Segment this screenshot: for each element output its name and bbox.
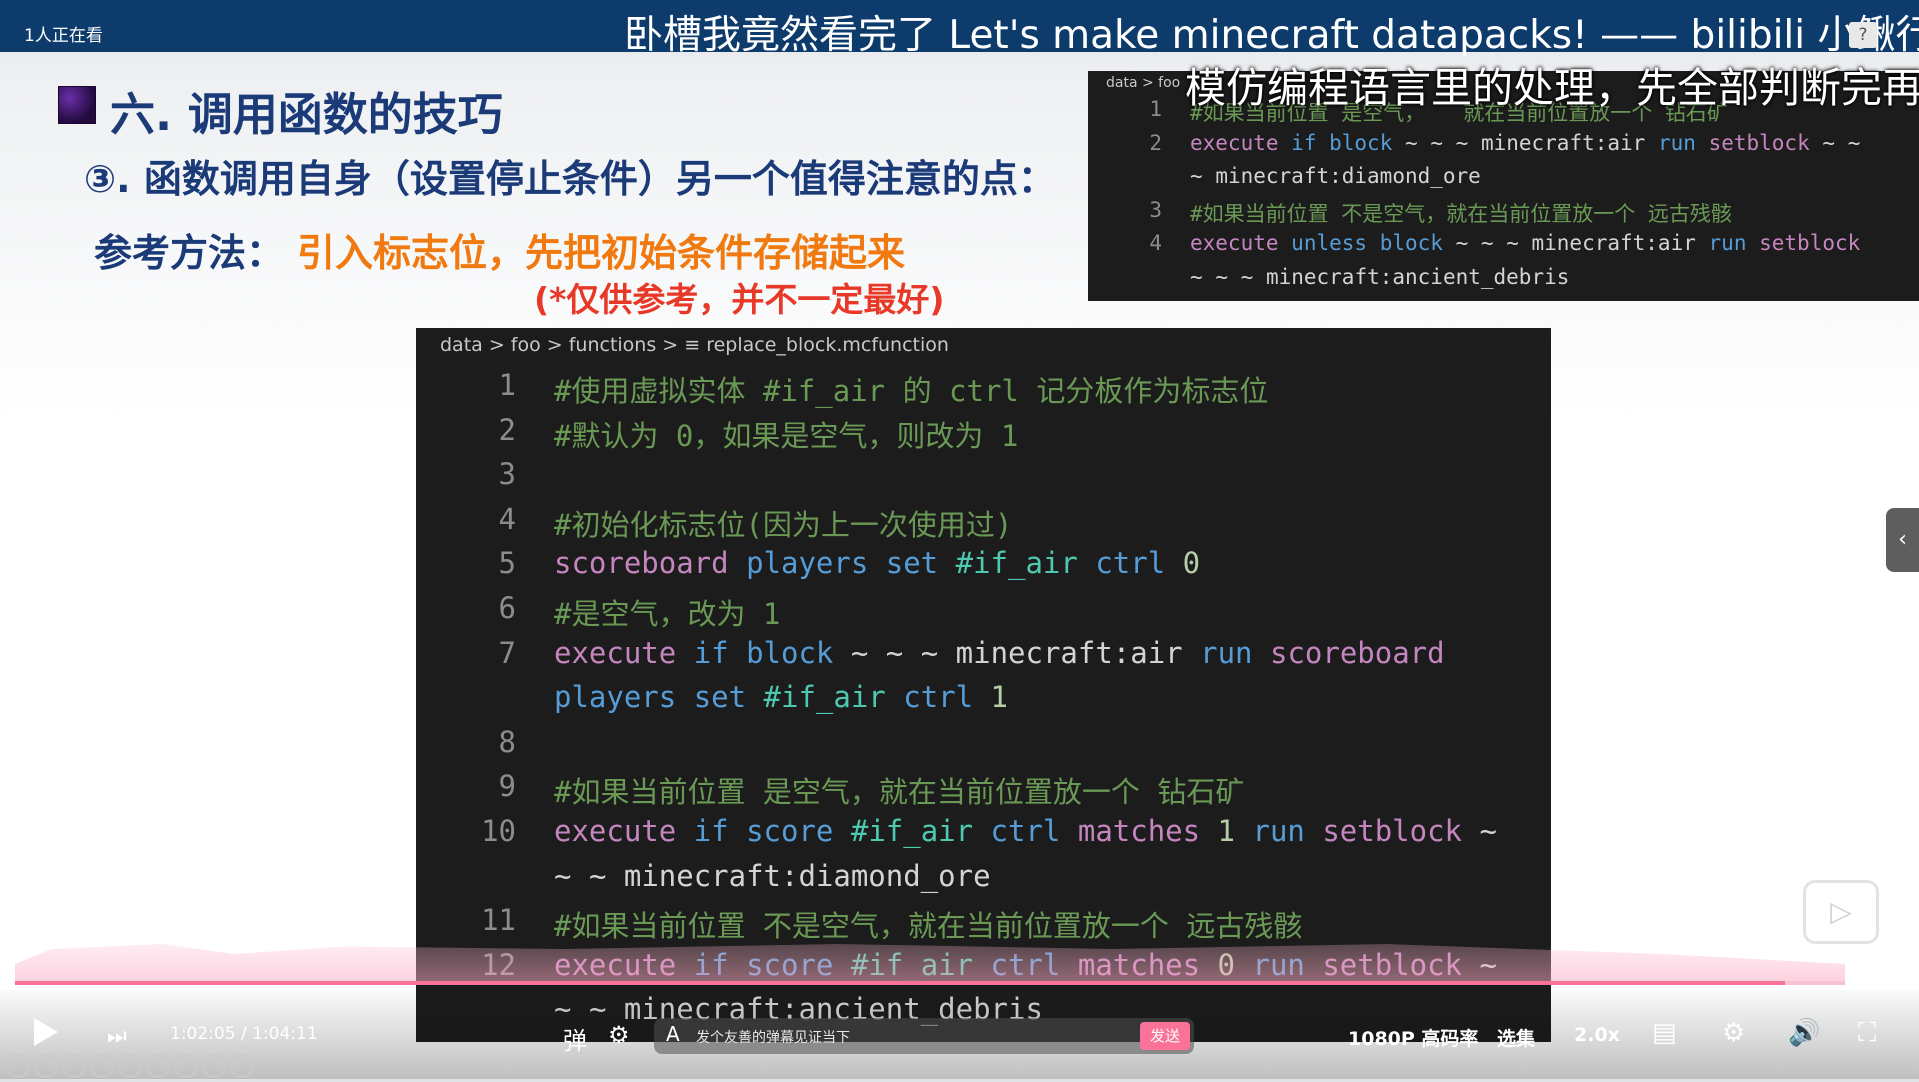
- time-display: 1:02:05 / 1:04:11: [170, 1024, 318, 1044]
- next-icon[interactable]: ⏭: [107, 1024, 127, 1049]
- bullet-icon: [58, 86, 96, 124]
- danmaku-toggle-icon[interactable]: 弹: [563, 1021, 587, 1056]
- main-line-number: 3: [498, 457, 516, 492]
- send-button[interactable]: 发送: [1140, 1022, 1190, 1050]
- main-code-line: players set #if_air ctrl 1: [554, 680, 1009, 715]
- main-code-line: execute if block ~ ~ ~ minecraft:air run…: [554, 635, 1445, 670]
- fullscreen-icon[interactable]: ⛶: [1858, 1018, 1876, 1049]
- danmaku-style-icon[interactable]: A: [666, 1022, 680, 1046]
- main-code-line: execute if score #if_air ctrl matches 1 …: [554, 814, 1497, 848]
- main-code-breadcrumb: data > foo > functions > ≡ replace_block…: [440, 334, 949, 356]
- small-line-number: 3: [1149, 197, 1162, 222]
- side-panel-toggle[interactable]: ‹: [1886, 508, 1919, 572]
- play-icon[interactable]: [34, 1018, 58, 1046]
- small-code-line: ~ minecraft:diamond_ore: [1190, 164, 1481, 188]
- small-line-number: 4: [1149, 231, 1162, 255]
- reference-label: 参考方法：: [94, 231, 285, 275]
- progress-fill: [15, 981, 1785, 985]
- main-line-number: 11: [481, 903, 516, 938]
- small-code-breadcrumb: data > foo: [1106, 75, 1181, 91]
- main-line-number: 7: [498, 635, 516, 670]
- main-line-number: 6: [498, 591, 516, 625]
- main-line-number: 2: [498, 412, 516, 447]
- reference-text: 引入标志位，先把初始条件存储起来: [297, 231, 906, 275]
- main-line-number: 1: [498, 368, 516, 402]
- slide-subheading: ③. 函数调用自身（设置停止条件）另一个值得注意的点：: [84, 157, 1056, 201]
- main-code-line: #如果当前位置 是空气，就在当前位置放一个 钻石矿: [554, 775, 1245, 810]
- main-line-number: 4: [498, 501, 516, 536]
- video-title: 卧槽我竟然看完了 Let's make minecraft datapacks!…: [624, 13, 1919, 58]
- speed-button[interactable]: 2.0x: [1574, 1024, 1620, 1046]
- mini-player-icon[interactable]: ▷: [1803, 880, 1879, 944]
- small-line-number: 2: [1149, 130, 1162, 155]
- total-time: 1:04:11: [252, 1024, 318, 1044]
- main-code-line: #初始化标志位(因为上一次使用过): [554, 507, 1013, 542]
- main-line-number: 10: [481, 814, 516, 848]
- main-line-number: 5: [498, 546, 516, 581]
- volume-icon[interactable]: 🔊: [1788, 1018, 1820, 1048]
- main-code-line: #是空气，改为 1: [554, 597, 781, 631]
- main-code-line: #默认为 0，如果是空气，则改为 1: [554, 418, 1019, 453]
- current-time: 1:02:05: [170, 1024, 236, 1044]
- small-line-number: 1: [1149, 97, 1162, 121]
- small-code-line: execute unless block ~ ~ ~ minecraft:air…: [1190, 231, 1861, 255]
- main-code-line: scoreboard players set #if_air ctrl 0: [554, 546, 1201, 581]
- subtitle-icon[interactable]: ▤: [1652, 1018, 1677, 1048]
- reference-note: (*仅供参考，并不一定最好): [534, 280, 945, 319]
- settings-gear-icon[interactable]: ⚙: [1722, 1018, 1745, 1048]
- small-code-line: #如果当前位置 不是空气，就在当前位置放一个 远古残骸: [1190, 201, 1732, 226]
- main-code-panel: data > foo > functions > ≡ replace_block…: [416, 328, 1551, 1042]
- time-separator: /: [240, 1024, 247, 1044]
- episodes-button[interactable]: 选集: [1497, 1024, 1535, 1051]
- top-bar: 1人正在看 卧槽我竟然看完了 Let's make minecraft data…: [0, 0, 1919, 58]
- help-icon[interactable]: ?: [1849, 22, 1877, 48]
- viewer-count: 1人正在看: [24, 26, 103, 46]
- small-code-line: ~ ~ ~ minecraft:ancient_debris: [1190, 264, 1570, 289]
- bottom-action-icons[interactable]: [6, 1054, 258, 1082]
- quality-button[interactable]: 1080P 高码率: [1348, 1024, 1478, 1051]
- main-code-line: #使用虚拟实体 #if_air 的 ctrl 记分板作为标志位: [554, 374, 1269, 408]
- main-code-line: #如果当前位置 不是空气，就在当前位置放一个 远古残骸: [554, 909, 1303, 944]
- main-code-line: ~ ~ minecraft:diamond_ore: [554, 858, 991, 893]
- small-code-line: execute if block ~ ~ ~ minecraft:air run…: [1190, 130, 1861, 155]
- main-line-number: 9: [498, 769, 516, 804]
- main-line-number: 8: [498, 724, 516, 759]
- subtitle-text: 模仿编程语言里的处理，先全部判断完再执: [1185, 64, 1919, 112]
- danmaku-settings-icon[interactable]: ⚙: [608, 1021, 630, 1049]
- danmaku-placeholder: 发个友善的弹幕见证当下: [696, 1030, 850, 1046]
- slide-heading: 六. 调用函数的技巧: [110, 88, 503, 141]
